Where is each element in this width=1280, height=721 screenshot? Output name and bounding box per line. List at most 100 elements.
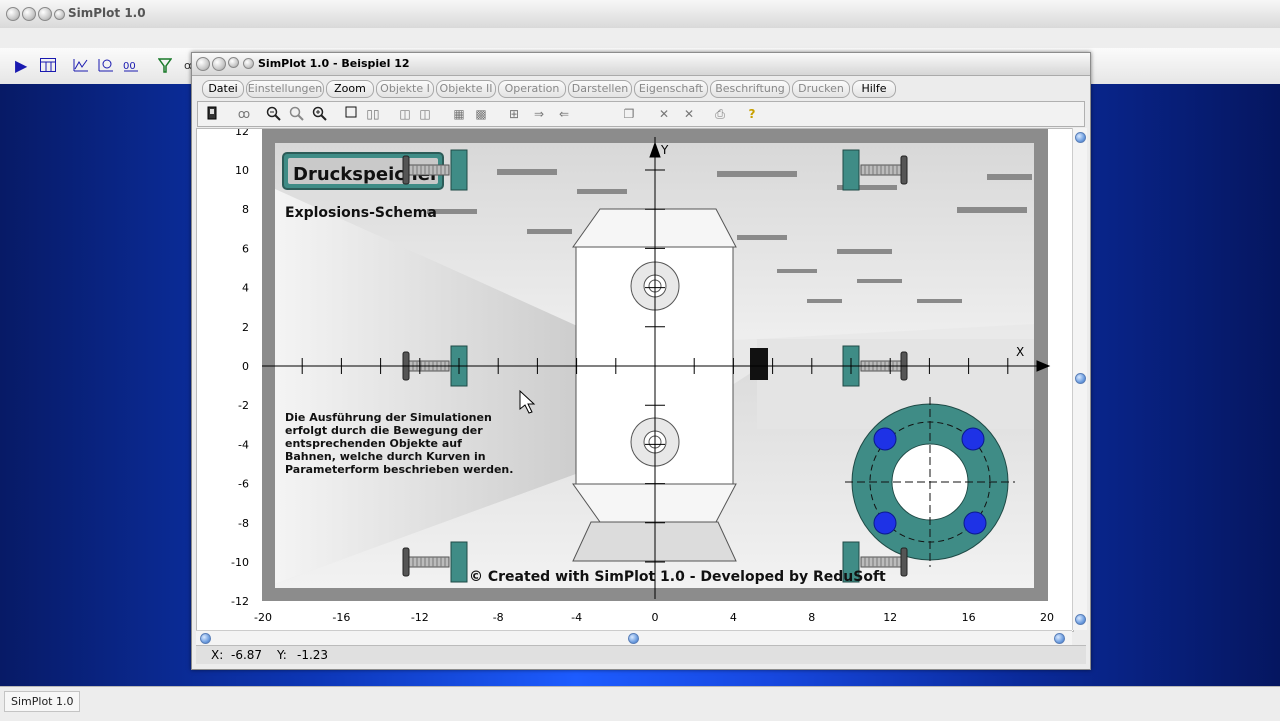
help-icon[interactable]: ? (744, 106, 760, 122)
y-tick-label: -12 (231, 595, 249, 608)
y-tick-label: 2 (242, 321, 249, 334)
y-tick-label: -10 (231, 556, 249, 569)
scroll-right-button[interactable] (1054, 633, 1065, 644)
y-tick-label: 6 (242, 242, 249, 255)
document-titlebar: SimPlot 1.0 - Beispiel 12 (192, 53, 1090, 76)
scroll-up-button[interactable] (1075, 132, 1086, 143)
copyright-text: © Created with SimPlot 1.0 - Developed b… (469, 569, 886, 585)
horizontal-scroll-thumb[interactable] (628, 633, 639, 644)
glasses-icon[interactable]: ꝏ (236, 106, 252, 122)
x-tick-label: -20 (254, 611, 272, 624)
menu-einstellungen[interactable]: Einstellungen (246, 80, 324, 98)
document-window: SimPlot 1.0 - Beispiel 12 Datei Einstell… (191, 52, 1091, 670)
grid-icon[interactable]: ▦ (451, 106, 467, 122)
copy-grid-icon[interactable]: ▩ (473, 106, 489, 122)
y-tick-label: 4 (242, 282, 249, 295)
plot-area[interactable]: Druckspeicher Explosions-Schema Die Ausf… (196, 125, 1074, 632)
vertical-scroll-thumb[interactable] (1075, 373, 1086, 384)
arrange-icon[interactable]: ⊞ (506, 106, 522, 122)
vertical-scrollbar[interactable] (1072, 128, 1087, 630)
parametric-icon[interactable] (98, 58, 114, 74)
zoom-out-icon[interactable] (266, 106, 282, 122)
x-tick-label: -4 (571, 611, 582, 624)
menu-beschriftung[interactable]: Beschriftung (710, 80, 790, 98)
window-menu-icon[interactable] (54, 9, 65, 20)
y-coordinate-value: -1.23 (297, 648, 329, 662)
plot-subtitle: Explosions-Schema (285, 205, 437, 221)
horizontal-scrollbar[interactable] (196, 630, 1072, 645)
bolt-hole (873, 511, 897, 535)
scroll-left-button[interactable] (200, 633, 211, 644)
menu-hilfe[interactable]: Hilfe (852, 80, 896, 98)
minimize-window-button[interactable] (22, 7, 36, 21)
plot-canvas[interactable]: Druckspeicher Explosions-Schema Die Ausf… (197, 125, 1073, 631)
y-tick-label: 0 (242, 360, 249, 373)
zoom-icon[interactable] (289, 106, 305, 122)
scroll-down-button[interactable] (1075, 614, 1086, 625)
x-tick-label: -8 (493, 611, 504, 624)
x-tick-label: -12 (411, 611, 429, 624)
menu-objekte-2[interactable]: Objekte II (436, 80, 496, 98)
svg-text:00: 00 (123, 61, 136, 72)
menu-zoom[interactable]: Zoom (326, 80, 374, 98)
x-coordinate-value: -6.87 (231, 648, 263, 662)
rectangle-icon[interactable] (343, 106, 359, 122)
menu-objekte-1[interactable]: Objekte I (376, 80, 434, 98)
x-tick-label: 4 (730, 611, 737, 624)
menu-operation[interactable]: Operation (498, 80, 566, 98)
doc-minimize-button[interactable] (212, 57, 226, 71)
main-menubar (0, 28, 1280, 48)
y-tick-label: 10 (235, 164, 249, 177)
y-tick-label: -6 (238, 478, 249, 491)
frame-icon[interactable]: ◫ (397, 106, 413, 122)
bolt-hole (961, 427, 985, 451)
bolt-hole (873, 427, 897, 451)
main-statusbar (0, 686, 1280, 721)
cross-icon[interactable]: ✕ (656, 106, 672, 122)
x-tick-label: 20 (1040, 611, 1054, 624)
run-icon[interactable]: ▶ (15, 58, 27, 74)
function-icon[interactable]: 00 (123, 58, 139, 74)
taskbar-item[interactable]: SimPlot 1.0 (4, 691, 81, 712)
y-tick-label: 12 (235, 129, 249, 138)
doc-maximize-button[interactable] (228, 57, 239, 68)
y-coordinate-label: Y: (277, 648, 287, 662)
main-window-title: SimPlot 1.0 (68, 6, 146, 20)
menu-datei[interactable]: Datei (202, 80, 244, 98)
menu-drucken[interactable]: Drucken (792, 80, 850, 98)
doc-close-button[interactable] (196, 57, 210, 71)
y-tick-label: -8 (238, 517, 249, 530)
zoom-in-icon[interactable] (312, 106, 328, 122)
filter-icon[interactable] (157, 58, 173, 74)
pages-icon[interactable]: ❐ (621, 106, 637, 122)
frame2-icon[interactable]: ◫ (417, 106, 433, 122)
maximize-window-button[interactable] (38, 7, 52, 21)
doc-window-menu-icon[interactable] (243, 58, 254, 69)
description-line: Parameterform beschrieben werden. (285, 463, 513, 476)
close-window-button[interactable] (6, 7, 20, 21)
arrow-left-icon[interactable]: ⇐ (556, 106, 572, 122)
y-tick-label: 8 (242, 203, 249, 216)
x-tick-label: 8 (808, 611, 815, 624)
x-tick-label: 16 (962, 611, 976, 624)
bolt-hole (963, 511, 987, 535)
cross2-icon[interactable]: ✕ (681, 106, 697, 122)
arrow-right-icon[interactable]: ⇒ (531, 106, 547, 122)
x-tick-label: 12 (883, 611, 897, 624)
table-icon[interactable] (40, 58, 56, 74)
description-line: entsprechenden Objekte auf (285, 437, 462, 450)
description-line: Bahnen, welche durch Kurven in (285, 450, 486, 463)
graph-icon[interactable] (73, 58, 89, 74)
x-tick-label: 0 (652, 611, 659, 624)
description-line: erfolgt durch die Bewegung der (285, 424, 483, 437)
menu-eigenschaft[interactable]: Eigenschaft (634, 80, 708, 98)
dual-rect-icon[interactable]: ▯▯ (365, 106, 381, 122)
description-line: Die Ausführung der Simulationen (285, 411, 492, 424)
document-statusbar: X: -6.87 Y: -1.23 (196, 645, 1086, 664)
print-icon[interactable]: ⎙ (712, 106, 728, 122)
device-icon[interactable] (204, 106, 220, 122)
document-menubar: Datei Einstellungen Zoom Objekte I Objek… (192, 77, 1090, 99)
document-title: SimPlot 1.0 - Beispiel 12 (258, 57, 410, 70)
menu-darstellen[interactable]: Darstellen (568, 80, 632, 98)
x-tick-label: -16 (332, 611, 350, 624)
